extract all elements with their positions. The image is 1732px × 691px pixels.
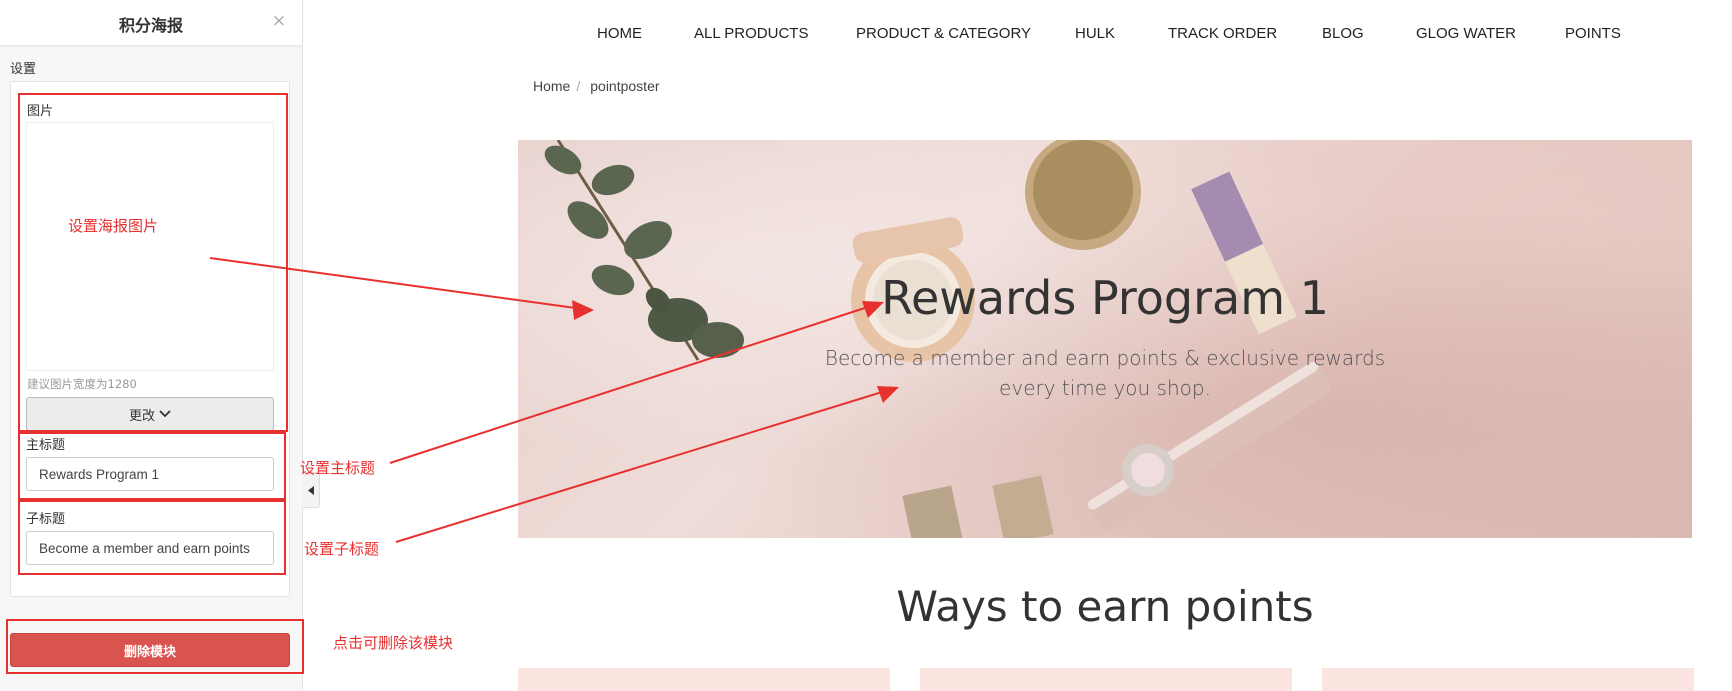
gold-pot: [1025, 140, 1141, 250]
annotation-set-main-title: 设置主标题: [300, 459, 376, 477]
earn-card: [518, 668, 890, 691]
nav-track-order[interactable]: TRACK ORDER: [1168, 25, 1277, 42]
banner-illustration: [544, 140, 1331, 538]
poster-banner: Rewards Program 1 Become a member and ea…: [518, 140, 1692, 538]
annotation-set-subtitle: 设置子标题: [304, 540, 380, 558]
eucalyptus-branch: [544, 140, 744, 361]
close-icon[interactable]: ×: [270, 12, 288, 30]
breadcrumb: Home / pointposter: [533, 78, 660, 94]
breadcrumb-home[interactable]: Home: [533, 78, 570, 94]
nav-points[interactable]: POINTS: [1565, 25, 1621, 42]
annotation-set-image: 设置海报图片: [68, 217, 159, 235]
nav-product-category[interactable]: PRODUCT & CATEGORY: [856, 25, 1031, 42]
annotation-box-subtitle: [18, 500, 286, 575]
nav-blog[interactable]: BLOG: [1322, 25, 1364, 42]
breadcrumb-separator: /: [576, 78, 581, 94]
nav-hulk[interactable]: HULK: [1075, 25, 1115, 42]
section-title: Ways to earn points: [896, 582, 1314, 631]
caret-left-icon: [307, 485, 314, 495]
banner-subtitle: Become a member and earn points & exclus…: [824, 346, 1386, 400]
annotation-box-image: [18, 93, 288, 432]
nav-glog-water[interactable]: GLOG WATER: [1416, 25, 1516, 42]
annotation-box-delete: [6, 619, 304, 674]
settings-label: 设置: [10, 62, 37, 77]
nav-all-products[interactable]: ALL PRODUCTS: [694, 25, 808, 42]
breadcrumb-current: pointposter: [590, 78, 660, 94]
banner-title: Rewards Program 1: [881, 271, 1329, 325]
annotation-box-main-title: [18, 432, 286, 500]
nav-home[interactable]: HOME: [597, 25, 642, 42]
earn-card: [920, 668, 1292, 691]
gloss-tube: [992, 475, 1054, 538]
gloss-tube: [902, 485, 964, 538]
annotation-delete-hint: 点击可删除该模块: [333, 634, 454, 652]
panel-title: 积分海报: [118, 16, 183, 35]
earn-card: [1322, 668, 1694, 691]
